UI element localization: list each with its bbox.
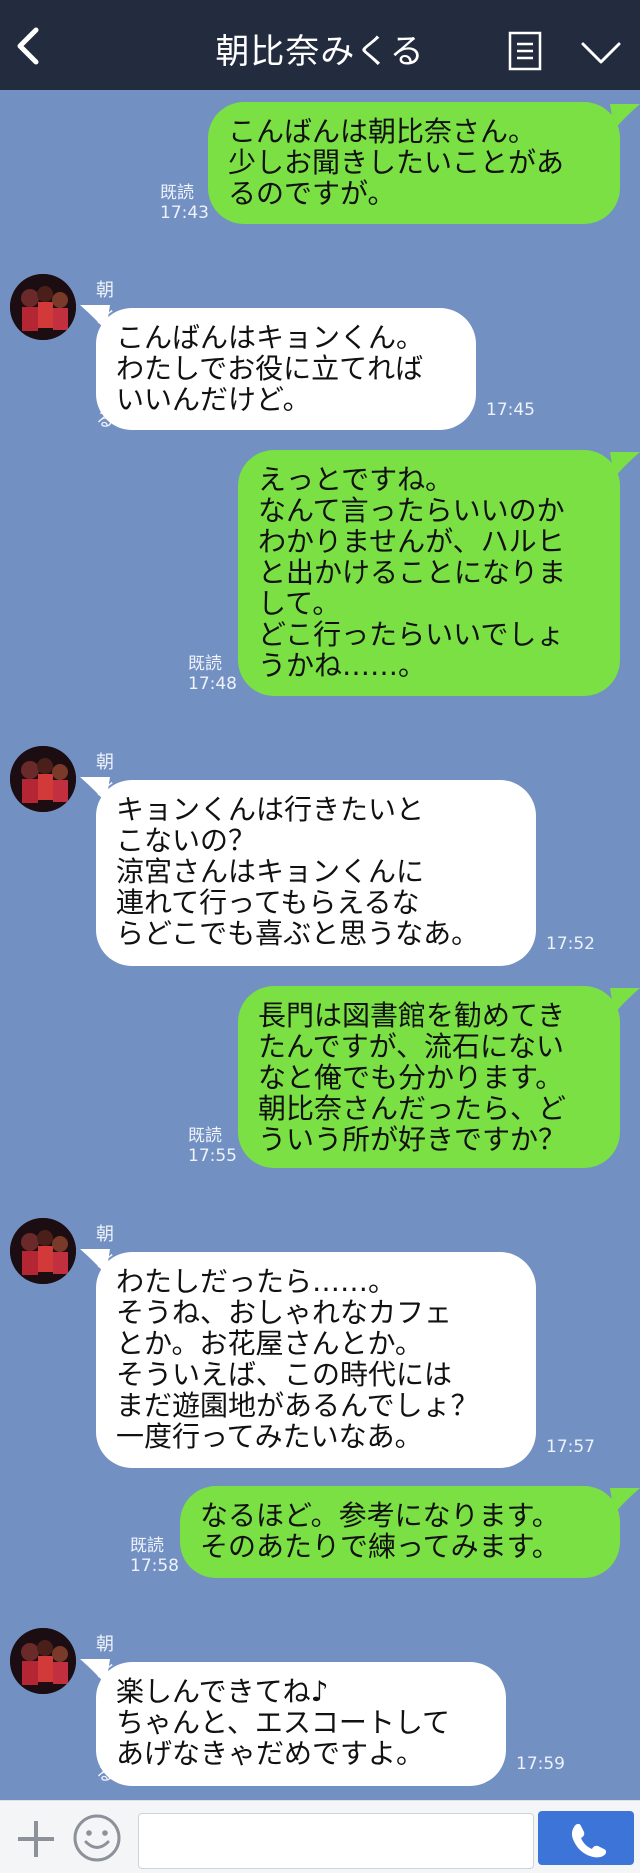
message-time: 17:48 xyxy=(188,674,237,694)
message-bubble[interactable]: キョンくんは行きたいと こないの？ 涼宮さんはキョンくんに 連れて行ってもらえる… xyxy=(96,780,536,966)
phone-icon xyxy=(571,1823,607,1858)
avatar-image xyxy=(10,274,76,340)
message-bubble[interactable]: 楽しんできてね♪ ちゃんと、エスコートして あげなきゃだめですよ。 xyxy=(96,1662,506,1786)
message-meta: 既読 17:43 xyxy=(160,183,209,223)
message-bubble[interactable]: こんばんは朝比奈さん。 少しお聞きしたいことがあ るのですが。 xyxy=(208,102,620,224)
message-time: 17:45 xyxy=(486,400,535,420)
avatar-image xyxy=(10,1218,76,1284)
message-time: 17:52 xyxy=(546,934,595,954)
message-meta: 既読 17:55 xyxy=(188,1126,237,1166)
message-meta: 既読 17:48 xyxy=(188,654,237,694)
message-time: 17:55 xyxy=(188,1146,237,1166)
message-time: 17:59 xyxy=(516,1754,565,1774)
avatar[interactable] xyxy=(10,1628,76,1694)
avatar-image xyxy=(10,746,76,812)
message-input[interactable] xyxy=(138,1813,534,1869)
message-meta: 既読 17:58 xyxy=(130,1536,179,1576)
message-bubble[interactable]: えっとですね。 なんて言ったらいいのか わかりませんが、ハルヒ と出かけることに… xyxy=(238,450,620,696)
list-icon[interactable] xyxy=(508,31,542,71)
avatar[interactable] xyxy=(10,746,76,812)
message-time: 17:57 xyxy=(546,1437,595,1457)
composer-bar xyxy=(0,1800,640,1873)
read-receipt: 既読 xyxy=(188,1126,222,1146)
message-bubble[interactable]: こんばんはキョンくん。 わたしでお役に立てれば いいんだけど。 xyxy=(96,308,476,430)
read-receipt: 既読 xyxy=(188,654,222,674)
chevron-down-icon[interactable] xyxy=(580,40,622,66)
avatar[interactable] xyxy=(10,274,76,340)
avatar-image xyxy=(10,1628,76,1694)
call-button[interactable] xyxy=(538,1811,634,1865)
message-bubble[interactable]: なるほど。参考になります。 そのあたりで練ってみます。 xyxy=(180,1486,620,1578)
plus-icon[interactable] xyxy=(14,1817,58,1861)
avatar[interactable] xyxy=(10,1218,76,1284)
message-bubble[interactable]: わたしだったら……。 そうね、おしゃれなカフェ とか。お花屋さんとか。 そういえ… xyxy=(96,1252,536,1468)
message-time: 17:58 xyxy=(130,1556,179,1576)
message-time: 17:43 xyxy=(160,203,209,223)
chat-header: 朝比奈みくる xyxy=(0,0,640,90)
read-receipt: 既読 xyxy=(160,183,194,203)
message-bubble[interactable]: 長門は図書館を勧めてき たんですが、流石にない なと俺でも分かります。 朝比奈さ… xyxy=(238,986,620,1168)
read-receipt: 既読 xyxy=(130,1536,164,1556)
chat-title: 朝比奈みくる xyxy=(215,32,425,72)
smiley-icon[interactable] xyxy=(72,1813,122,1863)
